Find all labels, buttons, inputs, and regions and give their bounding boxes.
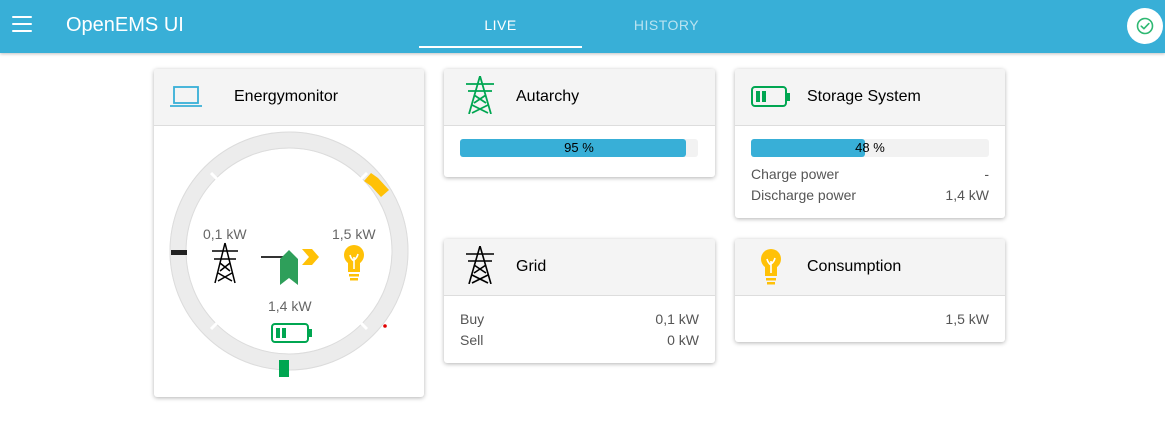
battery-icon xyxy=(751,86,790,107)
card-title: Consumption xyxy=(807,258,902,275)
buy-value: 0,1 kW xyxy=(655,311,699,327)
sell-value: 0 kW xyxy=(667,332,699,348)
autarchy-card: Autarchy 95 % xyxy=(444,69,715,177)
card-header: Energymonitor xyxy=(154,69,424,126)
top-toolbar: OpenEMS UI LIVE HISTORY xyxy=(0,0,1165,53)
buy-label: Buy xyxy=(460,311,485,327)
active-tab-indicator xyxy=(419,46,582,48)
app-title: OpenEMS UI xyxy=(66,14,184,36)
sell-label: Sell xyxy=(460,332,484,348)
card-header: Grid xyxy=(444,239,715,296)
card-header: Storage System xyxy=(735,69,1005,126)
lightbulb-icon xyxy=(761,249,781,285)
status-button[interactable] xyxy=(1127,8,1163,44)
storage-soc-progress-bar: 48 % xyxy=(751,139,989,157)
card-header: Autarchy xyxy=(444,69,715,126)
tab-live[interactable]: LIVE xyxy=(419,0,582,50)
discharge-power-value: 1,4 kW xyxy=(945,187,989,203)
grid-card: Grid Buy 0,1 kW Sell 0 kW xyxy=(444,239,715,363)
energy-flow-diagram[interactable] xyxy=(154,126,424,397)
grid-arc xyxy=(171,250,187,255)
discharge-power-label: Discharge power xyxy=(751,187,857,203)
tab-history[interactable]: HISTORY xyxy=(585,0,748,50)
autarchy-progress-bar: 95 % xyxy=(460,139,698,157)
laptop-icon xyxy=(170,86,202,107)
consumption-value: 1,5 kW xyxy=(945,311,989,327)
consumption-arc-marker xyxy=(383,324,387,328)
card-title: Storage System xyxy=(807,88,921,105)
consumption-card: Consumption 1,5 kW xyxy=(735,239,1005,342)
card-header: Consumption xyxy=(735,239,1005,296)
card-title: Autarchy xyxy=(516,88,580,105)
storage-soc-label: 48 % xyxy=(855,140,885,155)
storage-arc xyxy=(279,360,289,377)
grid-power-value: 0,1 kW xyxy=(203,226,247,242)
consumption-power-value: 1,5 kW xyxy=(332,226,376,242)
card-title: Grid xyxy=(516,258,547,275)
card-title: Energymonitor xyxy=(234,88,339,105)
autarchy-percent-label: 95 % xyxy=(564,140,594,155)
charge-power-label: Charge power xyxy=(751,166,839,182)
check-circle-icon xyxy=(1136,17,1154,35)
power-tower-icon xyxy=(466,246,494,284)
menu-icon[interactable] xyxy=(12,16,32,34)
storage-power-value: 1,4 kW xyxy=(268,298,312,314)
storage-system-card: Storage System 48 % Charge power - Disch… xyxy=(735,69,1005,218)
energymonitor-card: Energymonitor 0,1 kW 1,5 kW 1,4 kW xyxy=(154,69,424,397)
power-tower-icon xyxy=(466,76,494,114)
charge-power-value: - xyxy=(984,166,989,182)
